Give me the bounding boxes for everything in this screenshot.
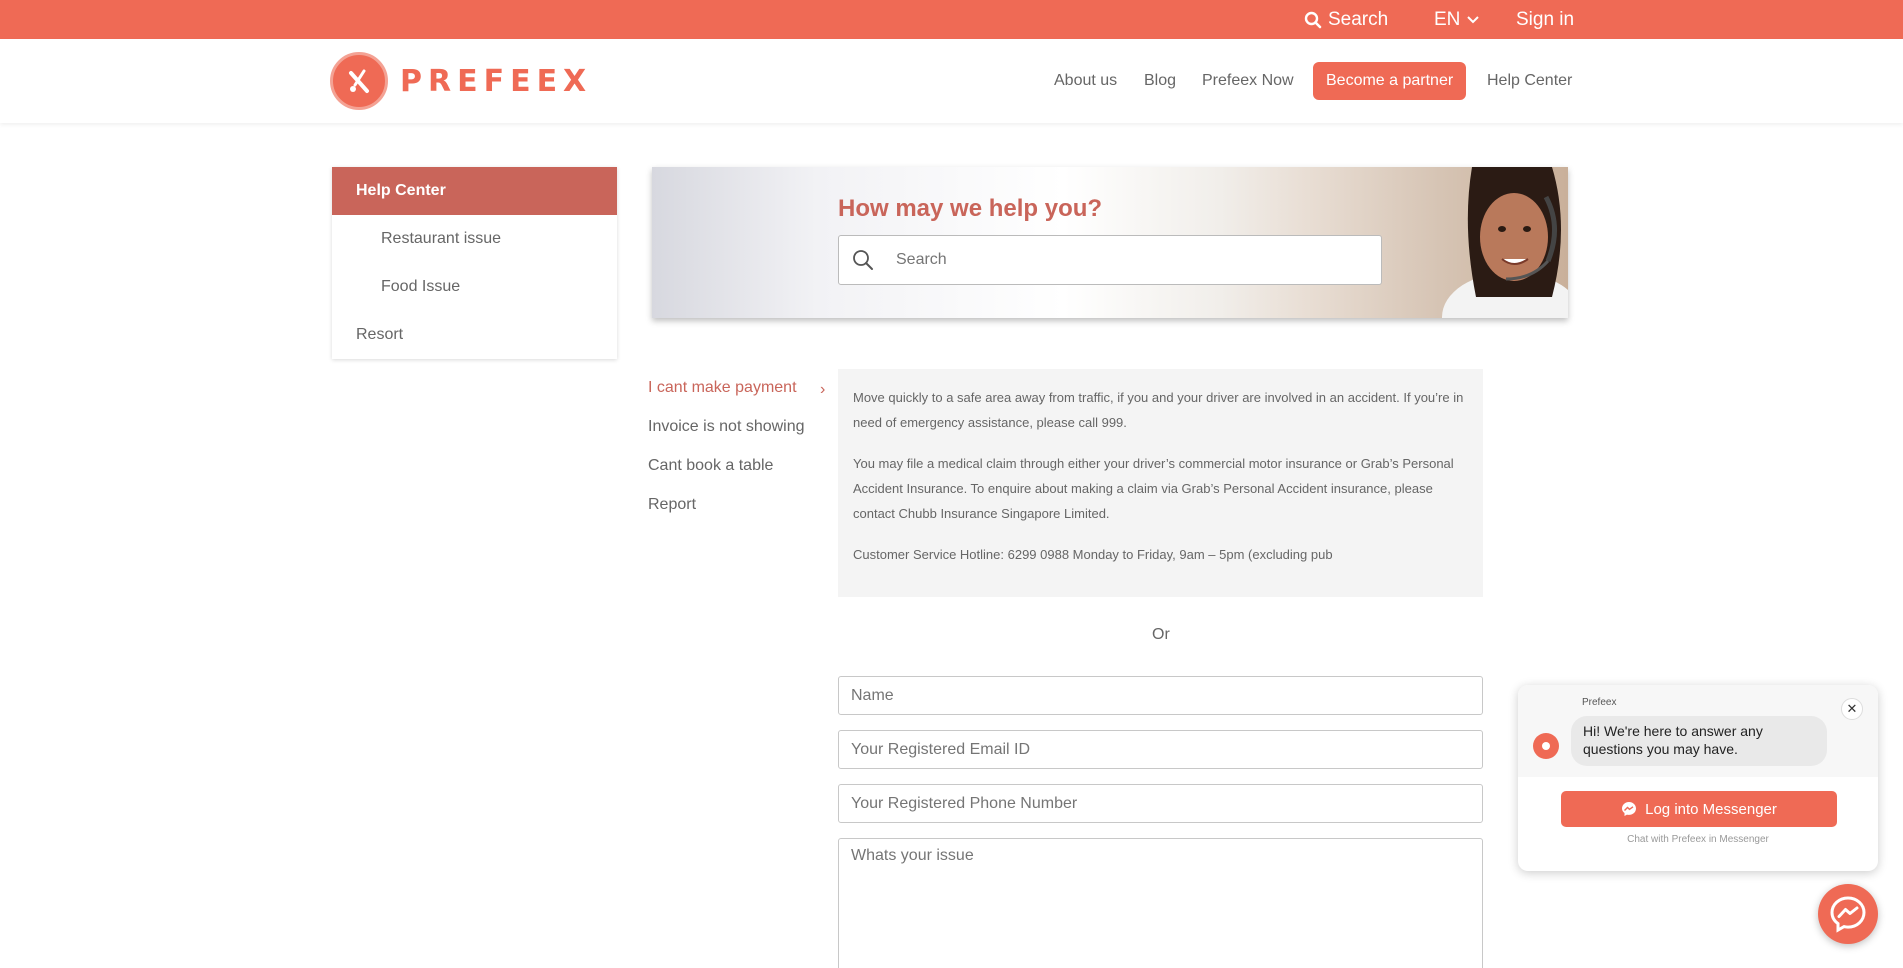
article-content: Move quickly to a safe area away from tr… bbox=[838, 369, 1483, 597]
close-icon: ✕ bbox=[1846, 701, 1858, 716]
sidebar-item-resort[interactable]: Resort bbox=[332, 311, 617, 359]
issue-textarea[interactable] bbox=[838, 838, 1483, 968]
phone-field[interactable] bbox=[838, 784, 1483, 823]
chat-avatar bbox=[1533, 733, 1559, 759]
nav-blog-label: Blog bbox=[1144, 72, 1177, 89]
support-agent-image bbox=[1442, 167, 1568, 318]
language-selector[interactable]: EN bbox=[1434, 0, 1480, 39]
topic-invoice-not-showing[interactable]: Invoice is not showing bbox=[648, 418, 805, 436]
nav-blog[interactable]: Blog bbox=[1144, 39, 1176, 123]
article-paragraph: Move quickly to a safe area away from tr… bbox=[853, 390, 1464, 430]
logo[interactable]: PREFEEX bbox=[330, 52, 592, 110]
main-header: PREFEEX About us Blog Prefeex Now Become… bbox=[0, 39, 1903, 123]
chevron-down-icon bbox=[1467, 15, 1480, 23]
nav-help-center-label: Help Center bbox=[1487, 72, 1573, 89]
article-paragraph: You may file a medical claim through eit… bbox=[853, 456, 1454, 521]
chevron-right-icon: › bbox=[820, 381, 826, 398]
chat-footer-text: Chat with Prefeex in Messenger bbox=[1627, 834, 1769, 845]
nav-about-us-label: About us bbox=[1054, 72, 1118, 89]
nav-prefeex-now[interactable]: Prefeex Now bbox=[1202, 39, 1294, 123]
name-field[interactable] bbox=[838, 676, 1483, 715]
nav-become-partner[interactable]: Become a partner bbox=[1313, 39, 1467, 123]
email-field[interactable] bbox=[838, 730, 1483, 769]
topic-cant-make-payment[interactable]: I cant make payment bbox=[648, 379, 797, 397]
sidebar-item-restaurant-issue[interactable]: Restaurant issue bbox=[332, 215, 617, 263]
chat-close-button[interactable]: ✕ bbox=[1841, 698, 1863, 720]
messenger-launcher-button[interactable] bbox=[1818, 884, 1878, 944]
logo-mark-icon bbox=[330, 52, 388, 110]
search-icon bbox=[853, 250, 873, 270]
log-into-messenger-button[interactable]: Log into Messenger bbox=[1561, 791, 1837, 827]
top-search-label: Search bbox=[1328, 8, 1389, 30]
chat-page-name: Prefeex bbox=[1582, 697, 1617, 708]
hero-title: How may we help you? bbox=[838, 195, 1103, 222]
or-divider-label: Or bbox=[1152, 626, 1170, 643]
topic-report[interactable]: Report bbox=[648, 496, 696, 514]
hero-banner: How may we help you? bbox=[652, 167, 1568, 318]
search-icon bbox=[1304, 11, 1322, 28]
sidebar-item-food-issue[interactable]: Food Issue bbox=[332, 263, 617, 311]
messenger-icon bbox=[1622, 802, 1637, 816]
log-into-messenger-label: Log into Messenger bbox=[1645, 800, 1777, 818]
hero-search-box[interactable] bbox=[838, 235, 1382, 285]
become-partner-button[interactable]: Become a partner bbox=[1313, 62, 1467, 100]
logo-text: PREFEEX bbox=[400, 63, 593, 99]
hero-search-input[interactable] bbox=[896, 251, 1356, 269]
top-search-button[interactable]: Search bbox=[1304, 0, 1388, 39]
nav-about-us[interactable]: About us bbox=[1054, 39, 1117, 123]
chat-message-area: Prefeex Hi! We're here to answer any que… bbox=[1518, 685, 1878, 777]
article-paragraph: Customer Service Hotline: 6299 0988 Mond… bbox=[853, 547, 1333, 562]
top-bar: Search EN Sign in bbox=[0, 0, 1903, 39]
messenger-chat-widget: Prefeex Hi! We're here to answer any que… bbox=[1518, 685, 1878, 871]
nav-prefeex-now-label: Prefeex Now bbox=[1202, 72, 1294, 89]
sign-in-link[interactable]: Sign in bbox=[1516, 0, 1574, 39]
messenger-icon bbox=[1830, 896, 1866, 933]
help-sidebar: Help Center Restaurant issue Food Issue … bbox=[332, 167, 617, 359]
nav-help-center[interactable]: Help Center bbox=[1487, 39, 1572, 123]
language-label: EN bbox=[1434, 8, 1461, 30]
sidebar-item-help-center[interactable]: Help Center bbox=[332, 167, 617, 215]
topic-cant-book-table[interactable]: Cant book a table bbox=[648, 457, 773, 475]
chat-greeting-bubble: Hi! We're here to answer any questions y… bbox=[1571, 716, 1827, 766]
